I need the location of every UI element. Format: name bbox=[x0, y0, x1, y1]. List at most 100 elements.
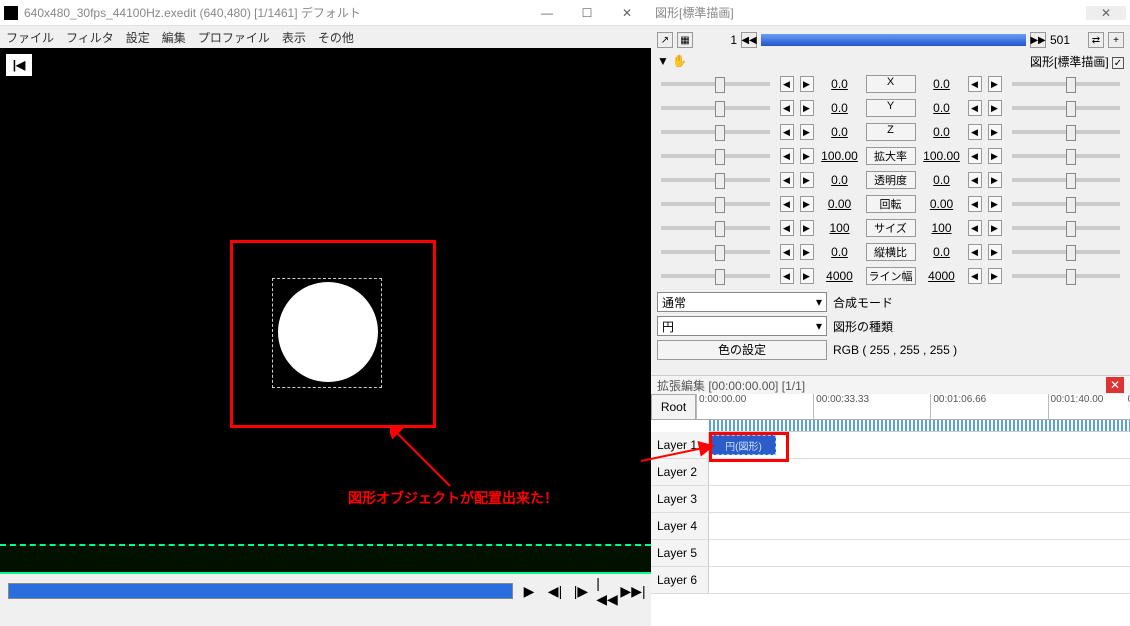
shape-type-select[interactable]: 円▾ bbox=[657, 316, 827, 336]
nudge-left-inc[interactable]: ▶ bbox=[800, 148, 814, 164]
prop-label-X[interactable]: X bbox=[866, 75, 916, 93]
nudge-left-dec[interactable]: ◀ bbox=[780, 76, 794, 92]
nudge-right-dec[interactable]: ◀ bbox=[968, 76, 982, 92]
nudge-right-inc[interactable]: ▶ bbox=[988, 268, 1002, 284]
prop-label-回転[interactable]: 回転 bbox=[866, 195, 916, 213]
layer-up-icon[interactable]: ↗ bbox=[657, 32, 673, 48]
audio-track-strip[interactable] bbox=[0, 544, 651, 574]
slider-left[interactable] bbox=[661, 82, 770, 86]
frame-prev-button[interactable]: ◀◀ bbox=[741, 32, 757, 48]
value-right[interactable]: 0.00 bbox=[922, 197, 962, 211]
enable-checkbox[interactable]: ✓ bbox=[1112, 57, 1124, 69]
nudge-left-dec[interactable]: ◀ bbox=[780, 244, 794, 260]
layer-dup-icon[interactable]: ▦ bbox=[677, 32, 693, 48]
layer-label[interactable]: Layer 5 bbox=[651, 540, 709, 566]
value-left[interactable]: 100.00 bbox=[820, 149, 860, 163]
value-left[interactable]: 0.0 bbox=[820, 125, 860, 139]
prop-label-縦横比[interactable]: 縦横比 bbox=[866, 243, 916, 261]
value-right[interactable]: 0.0 bbox=[922, 101, 962, 115]
value-right[interactable]: 0.0 bbox=[922, 245, 962, 259]
layer-track[interactable] bbox=[709, 486, 1130, 512]
slider-left[interactable] bbox=[661, 106, 770, 110]
slider-right[interactable] bbox=[1012, 202, 1121, 206]
nudge-left-dec[interactable]: ◀ bbox=[780, 172, 794, 188]
slider-left[interactable] bbox=[661, 250, 770, 254]
menu-edit[interactable]: 編集 bbox=[162, 29, 186, 46]
nudge-right-dec[interactable]: ◀ bbox=[968, 124, 982, 140]
nudge-left-inc[interactable]: ▶ bbox=[800, 100, 814, 116]
layer-label[interactable]: Layer 4 bbox=[651, 513, 709, 539]
value-left[interactable]: 4000 bbox=[820, 269, 860, 283]
nudge-right-inc[interactable]: ▶ bbox=[988, 100, 1002, 116]
prop-label-サイズ[interactable]: サイズ bbox=[866, 219, 916, 237]
slider-right[interactable] bbox=[1012, 154, 1121, 158]
slider-right[interactable] bbox=[1012, 82, 1121, 86]
prop-label-Y[interactable]: Y bbox=[866, 99, 916, 117]
frame-progress[interactable] bbox=[761, 34, 1026, 46]
value-right[interactable]: 0.0 bbox=[922, 125, 962, 139]
add-button[interactable]: + bbox=[1108, 32, 1124, 48]
nudge-left-inc[interactable]: ▶ bbox=[800, 268, 814, 284]
nudge-left-inc[interactable]: ▶ bbox=[800, 124, 814, 140]
nudge-left-inc[interactable]: ▶ bbox=[800, 196, 814, 212]
menu-settings[interactable]: 設定 bbox=[126, 29, 150, 46]
prop-close-button[interactable]: ✕ bbox=[1086, 6, 1126, 20]
menu-view[interactable]: 表示 bbox=[282, 29, 306, 46]
prev-frame-button[interactable]: ◀| bbox=[545, 581, 565, 601]
nudge-right-inc[interactable]: ▶ bbox=[988, 76, 1002, 92]
next-frame-button[interactable]: |▶ bbox=[571, 581, 591, 601]
slider-right[interactable] bbox=[1012, 130, 1121, 134]
nudge-right-dec[interactable]: ◀ bbox=[968, 100, 982, 116]
layer-label[interactable]: Layer 1 bbox=[651, 432, 709, 458]
slider-right[interactable] bbox=[1012, 226, 1121, 230]
menu-profile[interactable]: プロファイル bbox=[198, 29, 270, 46]
time-ruler[interactable]: 0:00:00.00 00:00:33.33 00:01:06.66 00:01… bbox=[696, 394, 1130, 420]
value-right[interactable]: 0.0 bbox=[922, 77, 962, 91]
nudge-right-dec[interactable]: ◀ bbox=[968, 148, 982, 164]
layer-label[interactable]: Layer 2 bbox=[651, 459, 709, 485]
nudge-right-inc[interactable]: ▶ bbox=[988, 196, 1002, 212]
slider-left[interactable] bbox=[661, 226, 770, 230]
end-button[interactable]: ▶▶| bbox=[623, 581, 643, 601]
menu-other[interactable]: その他 bbox=[318, 29, 354, 46]
slider-left[interactable] bbox=[661, 130, 770, 134]
nudge-left-dec[interactable]: ◀ bbox=[780, 268, 794, 284]
value-left[interactable]: 100 bbox=[820, 221, 860, 235]
nudge-right-dec[interactable]: ◀ bbox=[968, 172, 982, 188]
slider-right[interactable] bbox=[1012, 178, 1121, 182]
prop-label-拡大率[interactable]: 拡大率 bbox=[866, 147, 916, 165]
slider-left[interactable] bbox=[661, 154, 770, 158]
nudge-left-dec[interactable]: ◀ bbox=[780, 196, 794, 212]
value-right[interactable]: 100.00 bbox=[922, 149, 962, 163]
slider-left[interactable] bbox=[661, 178, 770, 182]
play-button[interactable]: ▶ bbox=[519, 581, 539, 601]
root-button[interactable]: Root bbox=[651, 394, 696, 420]
slider-left[interactable] bbox=[661, 274, 770, 278]
value-left[interactable]: 0.0 bbox=[820, 101, 860, 115]
nudge-right-dec[interactable]: ◀ bbox=[968, 268, 982, 284]
nudge-left-inc[interactable]: ▶ bbox=[800, 76, 814, 92]
value-left[interactable]: 0.0 bbox=[820, 173, 860, 187]
nudge-right-inc[interactable]: ▶ bbox=[988, 148, 1002, 164]
nudge-right-inc[interactable]: ▶ bbox=[988, 220, 1002, 236]
value-right[interactable]: 4000 bbox=[922, 269, 962, 283]
nudge-left-inc[interactable]: ▶ bbox=[800, 244, 814, 260]
layer-label[interactable]: Layer 3 bbox=[651, 486, 709, 512]
prop-label-ライン幅[interactable]: ライン幅 bbox=[866, 267, 916, 285]
prop-label-透明度[interactable]: 透明度 bbox=[866, 171, 916, 189]
seek-track[interactable] bbox=[8, 583, 513, 599]
nudge-right-inc[interactable]: ▶ bbox=[988, 172, 1002, 188]
minimize-button[interactable]: — bbox=[527, 6, 567, 20]
nudge-right-inc[interactable]: ▶ bbox=[988, 244, 1002, 260]
layer-track[interactable] bbox=[709, 513, 1130, 539]
frame-next-button[interactable]: ▶▶ bbox=[1030, 32, 1046, 48]
blend-mode-select[interactable]: 通常▾ bbox=[657, 292, 827, 312]
menu-file[interactable]: ファイル bbox=[6, 29, 54, 46]
prop-label-Z[interactable]: Z bbox=[866, 123, 916, 141]
layer-label[interactable]: Layer 6 bbox=[651, 567, 709, 593]
slider-right[interactable] bbox=[1012, 106, 1121, 110]
value-right[interactable]: 100 bbox=[922, 221, 962, 235]
start-button[interactable]: |◀◀ bbox=[597, 581, 617, 601]
tree-toggle-icon[interactable]: ▼ ✋ bbox=[657, 54, 687, 68]
nudge-right-dec[interactable]: ◀ bbox=[968, 196, 982, 212]
